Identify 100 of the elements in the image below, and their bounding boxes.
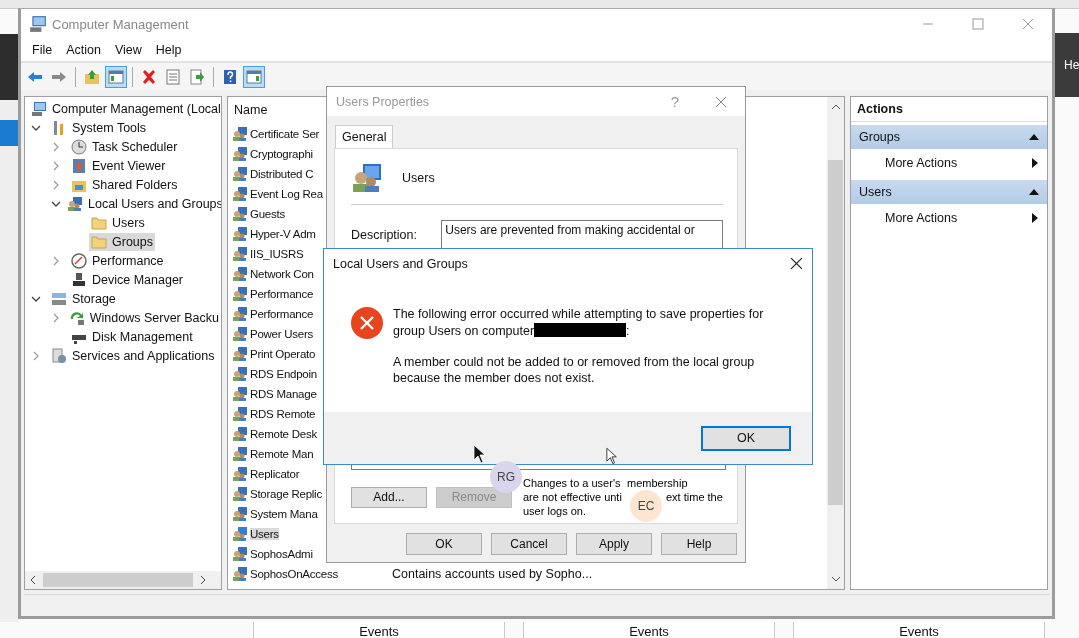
users-icon [232,225,248,242]
tree-item[interactable]: Performance [69,252,166,271]
group-item[interactable]: Print Operato [232,345,382,362]
users-icon [232,245,248,262]
side-header [1055,33,1079,97]
users-icon [232,385,248,402]
users-icon [232,485,248,502]
column-header: Events [793,622,1045,638]
vertical-scrollbar[interactable] [827,96,844,589]
scroll-right-icon[interactable] [199,574,207,585]
group-item[interactable]: SophosAdmi [232,545,382,562]
tree-item[interactable]: Disk Management [69,328,195,347]
group-item[interactable]: Performance [232,305,382,322]
group-item[interactable]: Power Users [232,325,382,342]
scroll-up-icon[interactable] [830,102,841,111]
users-icon [232,365,248,382]
scroll-down-icon[interactable] [830,574,841,583]
tree-pane-icon[interactable] [105,65,127,88]
note-text: ext time the [666,491,723,503]
group-item[interactable]: Performance [232,285,382,302]
column-header: Events [523,622,775,638]
action-pane-icon[interactable] [243,65,265,88]
users-icon [351,162,383,194]
users-icon [232,445,248,462]
users-icon [232,565,248,582]
close-icon[interactable] [790,257,803,270]
note-text: user logs on. [523,505,586,517]
tab[interactable]: General [335,125,394,148]
group-item[interactable]: Cryptographi [232,145,382,162]
tree-item[interactable]: Shared Folders [69,176,180,195]
tree-item[interactable]: Storage [49,290,118,309]
field-label: Description: [351,227,418,242]
tree-item[interactable]: Task Scheduler [69,138,180,157]
device-icon [71,272,87,289]
tree-item[interactable]: Device Manager [69,271,185,290]
error-detail: A member could not be added to or removed from the local group because the member does not exist. [393,355,756,386]
scroll-left-icon[interactable] [29,574,37,585]
group-item[interactable]: Users [232,525,382,542]
group-name: Users [402,171,435,185]
clock-icon [71,139,87,156]
dialog-button[interactable]: Apply [576,533,652,555]
horizontal-scrollbar[interactable] [25,570,221,589]
computer-icon [29,15,47,34]
group-item[interactable]: Remote Man [232,445,382,462]
collapse-triangle-icon[interactable] [1029,187,1039,196]
tree-item[interactable]: Windows Server Backu [66,309,221,328]
users-icon [232,265,248,282]
note-text: Changes to a user's [523,477,621,489]
group-item[interactable]: System Mana [232,505,382,522]
error-message: The following error occurred while attempting to save properties for group Users on computer : [393,307,765,339]
users-icon [232,545,248,562]
group-item[interactable]: RDS Remote [232,405,382,422]
dialog-button[interactable]: OK [406,533,482,555]
tree-item[interactable]: System Tools [49,119,149,138]
users-icon [232,345,248,362]
group-item[interactable]: RDS Endpoin [232,365,382,382]
services-icon [51,348,67,365]
group-item[interactable]: Guests [232,205,382,222]
column-header: Events [253,622,505,638]
users-icon [232,165,248,182]
gauge-icon [71,253,87,270]
menu-item[interactable]: Help [148,43,189,58]
table-cell: Contains accounts used by Sopho... [392,566,593,581]
group-item[interactable]: Distributed C [232,165,382,182]
note-text: membership [627,477,688,489]
menu-item[interactable]: View [107,43,149,58]
dialog-button[interactable]: Help [661,533,737,555]
action-item[interactable]: More Actions [851,148,1047,177]
dialog-button[interactable]: Cancel [491,533,567,555]
section-header[interactable]: Groups [851,124,1047,149]
tree-item[interactable]: Groups [89,233,155,252]
menu-item[interactable]: File [25,43,60,58]
dialog-title: Local Users and Groups [333,256,468,271]
ok-button[interactable]: OK [701,425,791,451]
window-title: Computer Management [52,16,189,32]
folder-icon [91,234,107,251]
group-item[interactable]: Remote Desk [232,425,382,442]
dialog-title: Users Properties [336,94,430,109]
action-item[interactable]: More Actions [851,203,1047,232]
dialog-button[interactable]: Add... [351,486,427,508]
submenu-arrow-icon [1032,157,1038,168]
pane-title: Actions [851,96,1047,122]
tree-item[interactable]: Event Viewer [69,157,168,176]
menu-item[interactable]: Action [59,43,108,58]
users-icon [232,145,248,162]
users-icon [232,305,248,322]
tree-item[interactable]: Users [89,214,147,233]
section-header[interactable]: Users [851,179,1047,204]
maximize-icon[interactable] [972,18,984,31]
section-title: Users [859,184,892,199]
tree-item[interactable]: Services and Applications [49,347,217,366]
storage-icon [51,291,67,308]
group-item[interactable]: RDS Manage [232,385,382,402]
tree-item[interactable]: Computer Management (Local [29,100,221,119]
computer-icon [31,101,47,118]
group-item[interactable]: Event Log Rea [232,185,382,202]
group-item[interactable]: Replicator [232,465,382,482]
column-header[interactable]: Name [234,103,268,118]
collapse-triangle-icon[interactable] [1029,132,1039,141]
group-item[interactable]: SophosOnAccess [232,565,382,582]
